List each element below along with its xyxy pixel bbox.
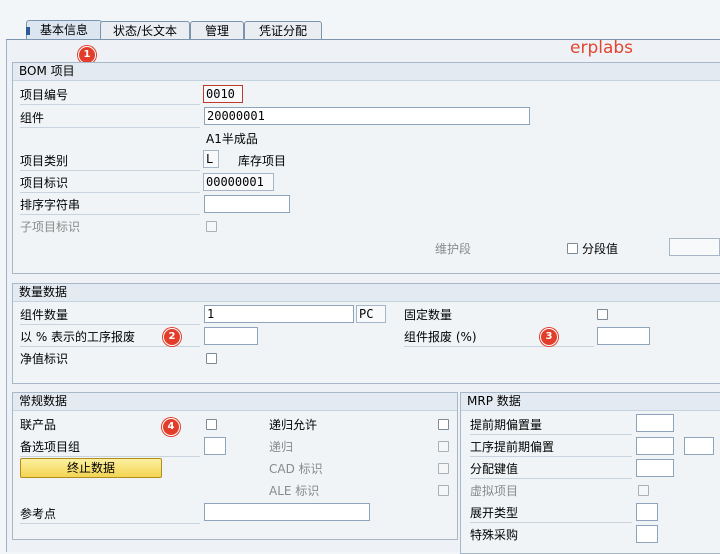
active-tab-marker	[26, 27, 30, 35]
sort-string-label: 排序字符串	[20, 198, 81, 212]
component-quantity-field[interactable]: 1	[204, 305, 354, 323]
alternative-group-field[interactable]	[204, 437, 226, 455]
net-id-label: 净值标识	[20, 352, 69, 366]
tab-label: 管理	[204, 24, 229, 38]
recursive-allowed-checkbox[interactable]	[438, 419, 449, 430]
label-underline	[20, 192, 200, 193]
label-underline	[470, 456, 632, 457]
operation-scrap-field[interactable]	[204, 327, 258, 345]
label-underline	[20, 456, 200, 457]
net-id-checkbox[interactable]	[206, 353, 217, 364]
component-scrap-label: 组件报废 (%)	[404, 330, 477, 344]
operation-scrap-label: 以 % 表示的工序报废	[20, 330, 136, 344]
tab-administration[interactable]: 管理	[190, 21, 244, 40]
label-underline	[20, 523, 200, 524]
tab-strip: 基本信息 状态/长文本 管理 凭证分配	[0, 0, 720, 41]
distribution-key-label: 分配键值	[470, 462, 519, 476]
group-title: BOM 项目	[13, 63, 720, 81]
label-underline	[20, 324, 200, 325]
phantom-item-label: 虚拟项目	[470, 484, 519, 498]
reference-point-label: 参考点	[20, 507, 57, 521]
phantom-item-checkbox[interactable]	[638, 485, 649, 496]
segment-value-label: 分段值	[582, 242, 619, 256]
cad-indicator-checkbox[interactable]	[438, 463, 449, 474]
recursive-allowed-label: 递归允许	[269, 418, 318, 432]
fixed-quantity-label: 固定数量	[404, 308, 453, 322]
alternative-group-label: 备选项目组	[20, 440, 81, 454]
sort-string-field[interactable]	[204, 195, 290, 213]
label-underline	[20, 127, 200, 128]
operation-lead-offset-field[interactable]	[636, 437, 674, 455]
group-title: 数量数据	[13, 284, 720, 302]
group-title: MRP 数据	[461, 393, 720, 411]
distribution-key-field[interactable]	[636, 459, 674, 477]
co-product-label: 联产品	[20, 418, 57, 432]
reference-point-field[interactable]	[204, 503, 370, 521]
tab-label: 凭证分配	[258, 24, 307, 38]
component-quantity-label: 组件数量	[20, 308, 69, 322]
lead-time-offset-field[interactable]	[636, 414, 674, 432]
component-label: 组件	[20, 111, 45, 125]
label-underline	[470, 434, 632, 435]
discontinuation-data-button[interactable]: 终止数据	[20, 458, 162, 478]
item-category-description: 库存项目	[238, 154, 287, 168]
tab-label: 基本信息	[39, 23, 88, 37]
item-number-field[interactable]: 0010	[203, 85, 243, 103]
tab-document-assignment[interactable]: 凭证分配	[244, 21, 322, 40]
group-title: 常规数据	[13, 393, 457, 411]
lead-time-offset-label: 提前期偏置量	[470, 418, 543, 432]
recursive-label: 递归	[269, 440, 294, 454]
item-id-label: 项目标识	[20, 176, 69, 190]
ale-indicator-label: ALE 标识	[269, 484, 320, 498]
operation-lead-offset-label: 工序提前期偏置	[470, 440, 555, 454]
special-procurement-field[interactable]	[636, 525, 658, 543]
explosion-type-label: 展开类型	[470, 506, 519, 520]
brand-watermark: erplabs	[570, 38, 634, 58]
segment-value-field[interactable]	[669, 238, 720, 256]
special-procurement-label: 特殊采购	[470, 528, 519, 542]
sub-item-id-checkbox[interactable]	[206, 221, 217, 232]
recursive-checkbox[interactable]	[438, 441, 449, 452]
ale-indicator-checkbox[interactable]	[438, 485, 449, 496]
item-id-field[interactable]: 00000001	[203, 173, 274, 191]
item-category-label: 项目类别	[20, 154, 69, 168]
co-product-checkbox[interactable]	[206, 419, 217, 430]
tab-label: 状态/长文本	[112, 24, 178, 38]
fixed-quantity-checkbox[interactable]	[597, 309, 608, 320]
explosion-type-field[interactable]	[636, 503, 658, 521]
component-field[interactable]: 20000001	[204, 107, 530, 125]
maintenance-section-label: 维护段	[435, 242, 472, 256]
label-underline	[20, 104, 200, 105]
tab-status-longtext[interactable]: 状态/长文本	[100, 21, 190, 40]
item-number-label: 项目编号	[20, 88, 69, 102]
sub-item-id-label: 子项目标识	[20, 220, 81, 234]
label-underline	[20, 214, 200, 215]
cad-indicator-label: CAD 标识	[269, 462, 323, 476]
segment-value-checkbox[interactable]	[567, 243, 578, 254]
tab-basic-data[interactable]: 基本信息	[26, 20, 102, 41]
label-underline	[470, 478, 632, 479]
label-underline	[20, 346, 200, 347]
annotation-badge-2: 2	[163, 328, 181, 346]
operation-lead-offset-unit-field[interactable]	[684, 437, 714, 455]
unit-of-measure-field[interactable]: PC	[356, 305, 386, 323]
annotation-badge-3: 3	[540, 328, 558, 346]
label-underline	[20, 170, 200, 171]
component-description: A1半成品	[206, 132, 258, 146]
component-scrap-field[interactable]	[597, 327, 650, 345]
label-underline	[470, 522, 632, 523]
item-category-field[interactable]: L	[203, 150, 219, 168]
label-underline	[404, 346, 594, 347]
annotation-badge-4: 4	[162, 418, 180, 436]
